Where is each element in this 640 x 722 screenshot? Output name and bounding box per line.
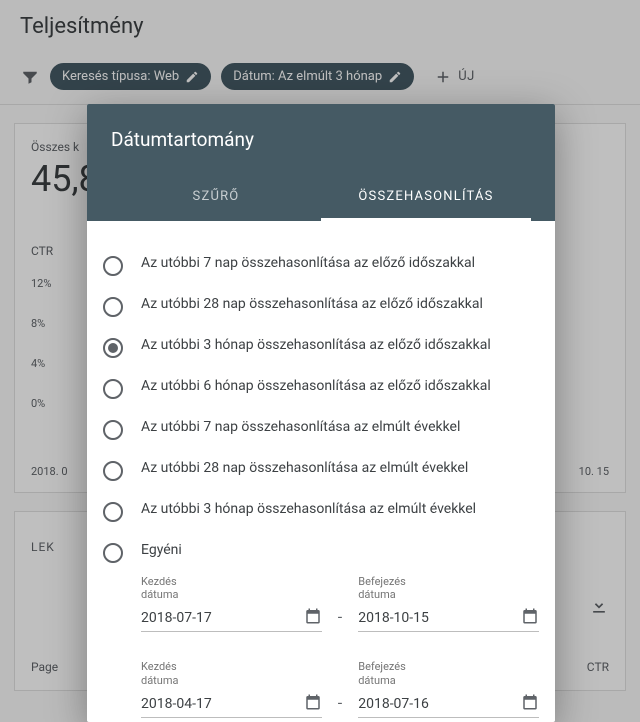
end-label: Befejezés dátuma [358, 575, 539, 601]
dialog-tabs: SZŰRŐ ÖSSZEHASONLÍTÁS [111, 175, 531, 221]
radio-option-5[interactable]: Az utóbbi 28 nap összehasonlítása az elm… [103, 450, 539, 491]
radio-label: Az utóbbi 6 hónap összehasonlítása az el… [141, 378, 491, 394]
radio-icon [103, 420, 123, 440]
dash: - [338, 607, 342, 632]
start-date-field[interactable]: Kezdés dátuma 2018-07-17 [141, 575, 322, 632]
radio-option-0[interactable]: Az utóbbi 7 nap összehasonlítása az előz… [103, 245, 539, 286]
tab-filter[interactable]: SZŰRŐ [111, 175, 321, 221]
dialog-header: Dátumtartomány SZŰRŐ ÖSSZEHASONLÍTÁS [87, 104, 555, 221]
radio-label: Az utóbbi 28 nap összehasonlítása az elm… [141, 460, 468, 476]
radio-label: Az utóbbi 3 hónap összehasonlítása az el… [141, 337, 491, 353]
radio-option-4[interactable]: Az utóbbi 7 nap összehasonlítása az elmú… [103, 409, 539, 450]
calendar-icon[interactable] [521, 693, 539, 715]
radio-option-1[interactable]: Az utóbbi 28 nap összehasonlítása az elő… [103, 286, 539, 327]
radio-option-3[interactable]: Az utóbbi 6 hónap összehasonlítása az el… [103, 368, 539, 409]
radio-label: Az utóbbi 7 nap összehasonlítása az előz… [141, 255, 475, 271]
start-label: Kezdés dátuma [141, 660, 322, 686]
custom-dates-block: Kezdés dátuma2018-07-17-Befejezés dátuma… [141, 575, 539, 718]
calendar-icon[interactable] [521, 607, 539, 629]
radio-option-6[interactable]: Az utóbbi 3 hónap összehasonlítása az el… [103, 491, 539, 532]
date-range-dialog: Dátumtartomány SZŰRŐ ÖSSZEHASONLÍTÁS Az … [87, 104, 555, 722]
radio-icon [103, 379, 123, 399]
radio-icon [103, 297, 123, 317]
dialog-title: Dátumtartomány [111, 128, 531, 151]
dash: - [338, 693, 342, 718]
radio-icon [103, 502, 123, 522]
start-date-field[interactable]: Kezdés dátuma 2018-04-17 [141, 660, 322, 717]
radio-icon [103, 543, 123, 563]
start-date-value: 2018-04-17 [141, 696, 212, 712]
radio-label: Egyéni [141, 542, 182, 558]
start-date-value: 2018-07-17 [141, 610, 212, 626]
radio-icon [103, 338, 123, 358]
calendar-icon[interactable] [304, 693, 322, 715]
radio-option-7[interactable]: Egyéni [103, 532, 539, 573]
radio-label: Az utóbbi 28 nap összehasonlítása az elő… [141, 296, 483, 312]
modal-overlay: Dátumtartomány SZŰRŐ ÖSSZEHASONLÍTÁS Az … [0, 0, 640, 722]
date-row-0: Kezdés dátuma 2018-07-17 -Befejezés dátuma… [141, 575, 539, 632]
radio-options: Az utóbbi 7 nap összehasonlítása az előz… [87, 221, 555, 718]
start-label: Kezdés dátuma [141, 575, 322, 601]
calendar-icon[interactable] [304, 607, 322, 629]
radio-label: Az utóbbi 3 hónap összehasonlítása az el… [141, 501, 476, 517]
tab-compare[interactable]: ÖSSZEHASONLÍTÁS [321, 175, 531, 221]
end-date-field[interactable]: Befejezés dátuma 2018-07-16 [358, 660, 539, 717]
radio-icon [103, 256, 123, 276]
radio-option-2[interactable]: Az utóbbi 3 hónap összehasonlítása az el… [103, 327, 539, 368]
date-row-1: Kezdés dátuma 2018-04-17 -Befejezés dátuma… [141, 660, 539, 717]
end-label: Befejezés dátuma [358, 660, 539, 686]
radio-icon [103, 461, 123, 481]
radio-label: Az utóbbi 7 nap összehasonlítása az elmú… [141, 419, 460, 435]
end-date-value: 2018-07-16 [358, 696, 429, 712]
end-date-field[interactable]: Befejezés dátuma 2018-10-15 [358, 575, 539, 632]
end-date-value: 2018-10-15 [358, 610, 429, 626]
